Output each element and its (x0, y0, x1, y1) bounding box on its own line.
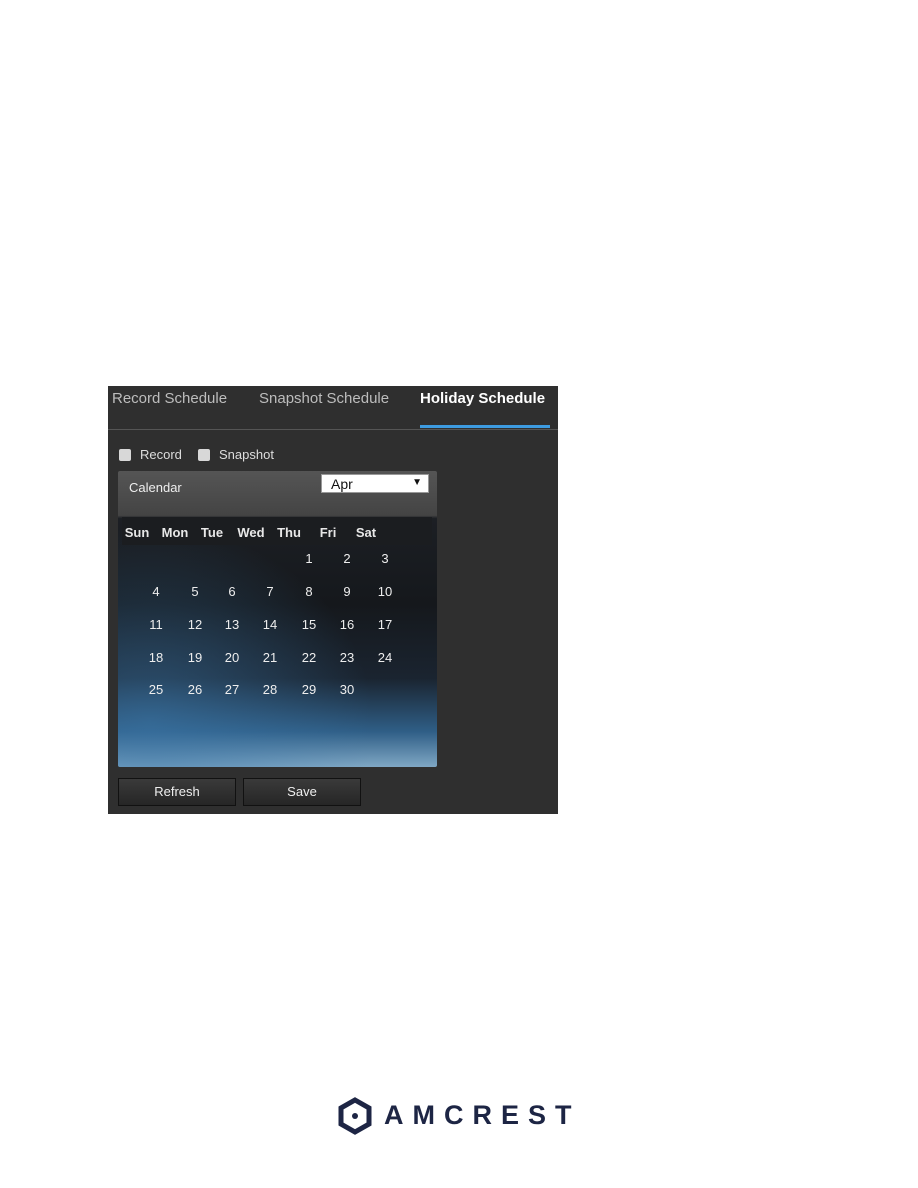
calendar-day[interactable]: 10 (378, 584, 392, 599)
calendar-day[interactable]: 2 (343, 551, 350, 566)
weekday-thu: Thu (277, 525, 301, 540)
dropdown-arrow-icon: ▼ (412, 477, 422, 488)
snapshot-checkbox[interactable] (198, 449, 210, 461)
weekday-tue: Tue (200, 525, 224, 540)
calendar-day[interactable]: 4 (152, 584, 159, 599)
calendar-day[interactable]: 7 (266, 584, 273, 599)
calendar-day[interactable]: 24 (378, 650, 392, 665)
calendar-day[interactable]: 12 (188, 617, 202, 632)
refresh-button[interactable]: Refresh (118, 778, 236, 806)
save-button[interactable]: Save (243, 778, 361, 806)
calendar-day[interactable]: 6 (228, 584, 235, 599)
calendar-day[interactable]: 28 (263, 682, 277, 697)
weekday-fri: Fri (319, 525, 337, 540)
weekday-sun: Sun (124, 525, 150, 540)
active-tab-indicator (420, 425, 550, 428)
calendar-day[interactable]: 5 (191, 584, 198, 599)
calendar-day[interactable]: 17 (378, 617, 392, 632)
weekday-sat: Sat (355, 525, 377, 540)
amcrest-logo-text: AMCREST (384, 1100, 581, 1130)
calendar-day[interactable]: 27 (225, 682, 239, 697)
tab-snapshot-schedule[interactable]: Snapshot Schedule (259, 390, 389, 407)
tab-record-schedule[interactable]: Record Schedule (112, 390, 227, 407)
calendar: Calendar Apr ▼ Sun Mon Tue Wed Thu Fri Sat 123… (118, 471, 437, 767)
calendar-day[interactable]: 15 (302, 617, 316, 632)
calendar-day[interactable]: 8 (305, 584, 312, 599)
holiday-schedule-panel: Record Schedule Snapshot Schedule Holida… (108, 386, 558, 814)
calendar-day[interactable]: 13 (225, 617, 239, 632)
month-select[interactable]: Apr ▼ (321, 474, 429, 493)
calendar-day[interactable]: 20 (225, 650, 239, 665)
calendar-day[interactable]: 21 (263, 650, 277, 665)
calendar-day[interactable]: 30 (340, 682, 354, 697)
calendar-day[interactable]: 25 (149, 682, 163, 697)
weekday-mon: Mon (161, 525, 189, 540)
record-checkbox-label: Record (140, 447, 182, 462)
calendar-day[interactable]: 9 (343, 584, 350, 599)
calendar-day[interactable]: 14 (263, 617, 277, 632)
calendar-day[interactable]: 3 (381, 551, 388, 566)
record-checkbox[interactable] (119, 449, 131, 461)
calendar-title: Calendar (129, 480, 182, 495)
calendar-day[interactable]: 22 (302, 650, 316, 665)
amcrest-logo-icon (338, 1097, 372, 1135)
weekday-wed: Wed (237, 525, 265, 540)
calendar-day[interactable]: 1 (305, 551, 312, 566)
calendar-day[interactable]: 16 (340, 617, 354, 632)
calendar-day[interactable]: 18 (149, 650, 163, 665)
month-select-value: Apr (331, 476, 353, 492)
calendar-day[interactable]: 11 (149, 617, 163, 632)
calendar-day[interactable]: 29 (302, 682, 316, 697)
calendar-day[interactable]: 23 (340, 650, 354, 665)
snapshot-checkbox-label: Snapshot (219, 447, 274, 462)
tab-divider (108, 429, 558, 430)
tab-holiday-schedule[interactable]: Holiday Schedule (420, 390, 545, 407)
calendar-day[interactable]: 19 (188, 650, 202, 665)
calendar-day[interactable]: 26 (188, 682, 202, 697)
